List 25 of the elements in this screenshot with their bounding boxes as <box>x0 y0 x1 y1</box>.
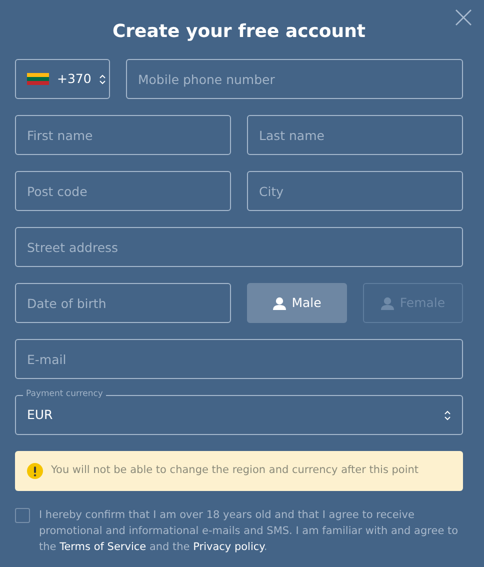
input-field[interactable]: Last name <box>247 115 463 155</box>
link[interactable]: Privacy policy <box>193 541 264 553</box>
input-field[interactable]: Street address <box>15 227 463 267</box>
link[interactable]: Terms of Service <box>60 541 146 553</box>
gender-button[interactable]: Male <box>247 283 347 323</box>
checkbox[interactable] <box>15 508 30 523</box>
caret-icon <box>99 74 106 84</box>
person-icon <box>380 296 394 310</box>
date-field[interactable]: Date of birth <box>15 283 231 323</box>
phone-field[interactable]: Mobile phone number <box>126 59 463 99</box>
warning-text: You will not be able to change the region and currency after this point <box>51 463 419 478</box>
flag-icon <box>27 73 49 85</box>
dialog-title: Create your free account <box>111 20 367 44</box>
warning-icon <box>27 463 43 479</box>
country-code-select[interactable]: +370 <box>15 59 110 99</box>
caret-icon <box>444 410 451 420</box>
input-field[interactable]: First name <box>15 115 231 155</box>
consent-text: I hereby confirm that I am over 18 years old and that I agree to receive promotional and informational e-mails and SMS. I am familiar with and agree to the Terms of Service and the Privacy policy. <box>39 508 460 555</box>
currency-value: EUR <box>27 406 53 424</box>
field-label: Payment currency <box>23 388 106 400</box>
person-icon <box>272 296 286 310</box>
email-field[interactable]: E-mail <box>15 339 463 379</box>
input-field[interactable]: Post code <box>15 171 231 211</box>
close-icon[interactable] <box>455 9 472 26</box>
input-field[interactable]: City <box>247 171 463 211</box>
